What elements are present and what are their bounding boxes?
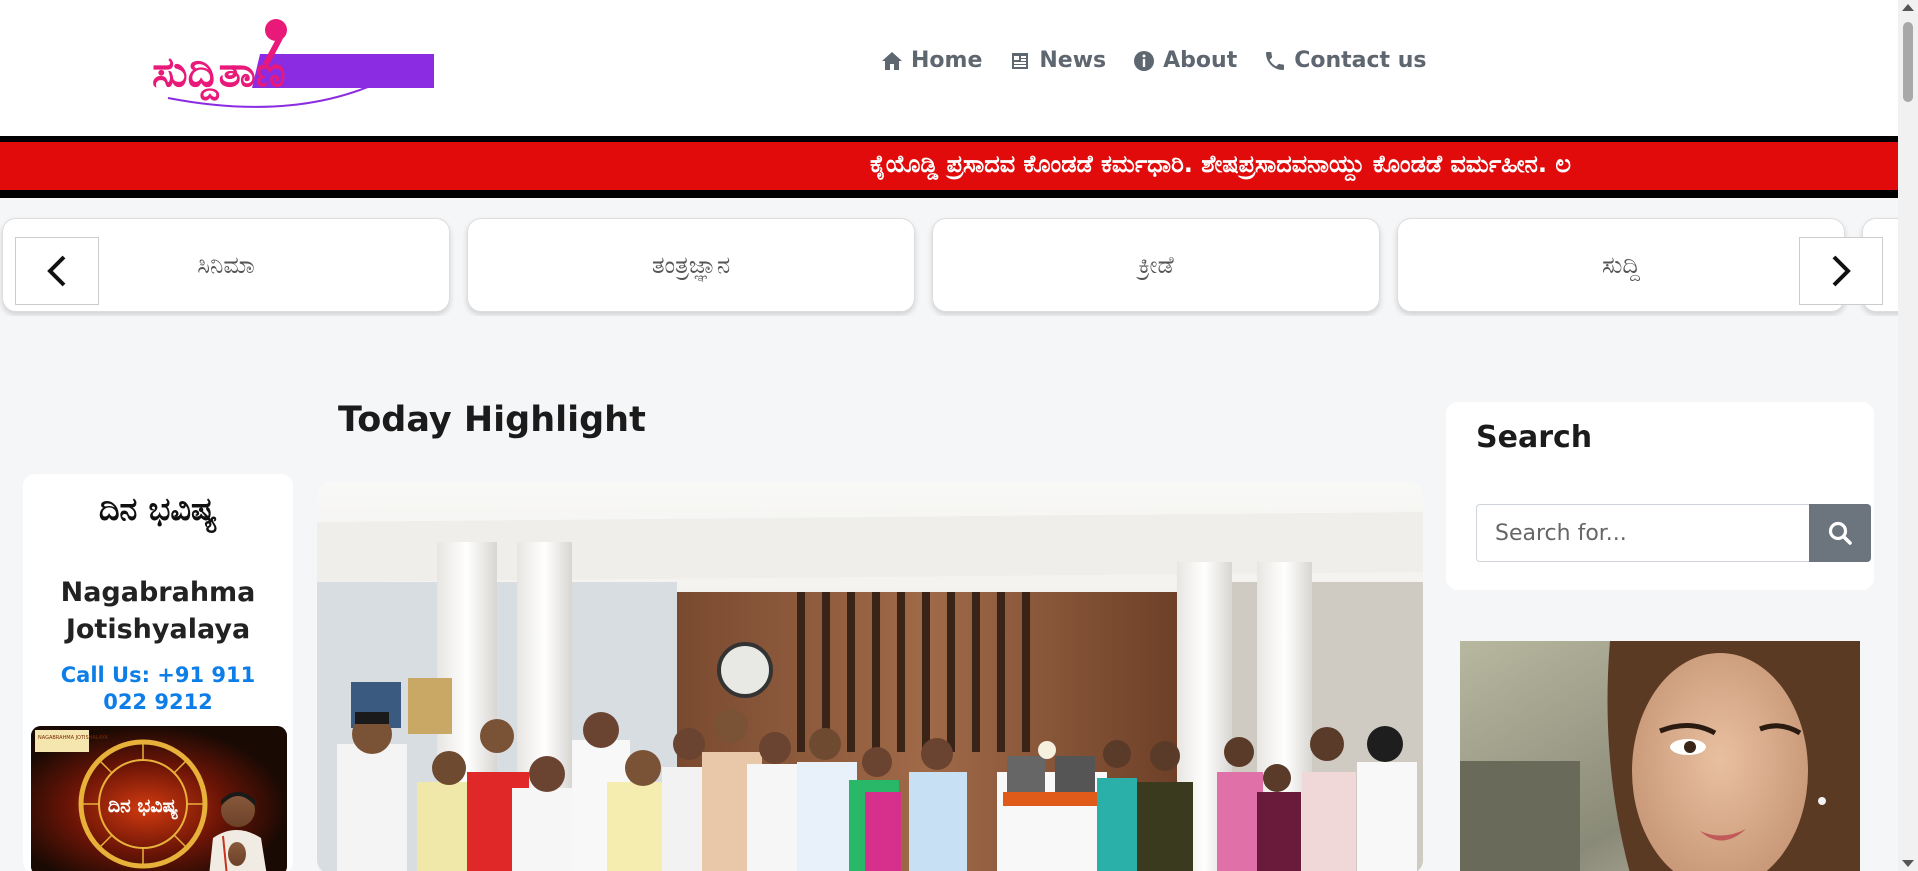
astrologer-name-line1: Nagabrahma: [60, 577, 256, 608]
highlight-image[interactable]: [317, 482, 1423, 871]
ticker-border-bottom: [0, 190, 1898, 198]
scroll-down-arrow-icon[interactable]: [1902, 860, 1914, 867]
newspaper-icon: [1012, 52, 1029, 69]
category-label: ತಂತ್ರಜ್ಞಾನ: [651, 251, 731, 279]
section-title: Today Highlight: [338, 400, 646, 440]
search-title: Search: [1476, 420, 1593, 455]
site-logo[interactable]: ಸುದ್ದಿತಾಣ: [148, 18, 438, 113]
search-input[interactable]: [1476, 504, 1809, 562]
banner-brand: NAGABRAHMA JOTISHALAYA: [38, 735, 108, 741]
astrologer-phone[interactable]: Call Us: +91 911 022 9212: [43, 662, 273, 716]
chevron-left-icon: [47, 255, 66, 287]
scroll-thumb[interactable]: [1903, 22, 1913, 102]
nav-home-label: Home: [911, 48, 983, 73]
banner-title: ದಿನ ಭವಿಷ್ಯ: [108, 795, 178, 821]
search-widget: Search: [1446, 402, 1874, 590]
category-card-technology[interactable]: ತಂತ್ರಜ್ಞಾನ: [467, 218, 915, 312]
phone-icon: [1266, 51, 1285, 70]
page-scrollbar[interactable]: [1898, 0, 1918, 871]
carousel-next-button[interactable]: [1799, 237, 1883, 305]
ticker-text: ಕೈಯೊಡ್ಡಿ ಪ್ರಸಾದವ ಕೊಂಡಡೆ ಕರ್ಮಧಾರಿ. ಶೇಷಪ್ರ…: [870, 150, 1571, 178]
scroll-up-arrow-icon[interactable]: [1902, 4, 1914, 11]
nav-contact[interactable]: Contact us: [1263, 48, 1426, 73]
main-nav: Home News About Contact us: [880, 48, 1426, 73]
category-card-news[interactable]: ಸುದ್ದಿ: [1397, 218, 1845, 312]
info-icon: [1134, 50, 1155, 71]
horoscope-title: ದಿನ ಭವಿಷ್ಯ: [98, 490, 218, 528]
astrologer-name-line2: Jotishyalaya: [65, 614, 251, 645]
astrologer-name: Nagabrahma Jotishyalaya: [23, 574, 293, 648]
news-ticker: ಕೈಯೊಡ್ಡಿ ಪ್ರಸಾದವ ಕೊಂಡಡೆ ಕರ್ಮಧಾರಿ. ಶೇಷಪ್ರ…: [0, 142, 1898, 190]
home-icon: [882, 51, 902, 70]
category-label: ಸಿನಿಮಾ: [197, 251, 255, 279]
category-card-sports[interactable]: ಕ್ರೀಡೆ: [932, 218, 1380, 312]
nav-news-label: News: [1039, 48, 1107, 73]
category-label: ಕ್ರೀಡೆ: [1138, 251, 1174, 279]
horoscope-banner-image[interactable]: NAGABRAHMA JOTISHALAYA ದಿನ ಭವಿಷ್ಯ: [31, 726, 287, 871]
chevron-right-icon: [1832, 255, 1851, 287]
svg-text:ಸುದ್ದಿತಾಣ: ಸುದ್ದಿತಾಣ: [152, 47, 285, 101]
nav-home[interactable]: Home: [880, 48, 982, 73]
nav-contact-label: Contact us: [1294, 48, 1427, 73]
search-button[interactable]: [1809, 504, 1871, 562]
sidebar-ad-image[interactable]: [1460, 641, 1860, 871]
nav-about-label: About: [1163, 48, 1238, 73]
category-carousel: ಸಿನಿಮಾ ತಂತ್ರಜ್ಞಾನ ಕ್ರೀಡೆ ಸುದ್ದಿ: [0, 216, 1898, 316]
horoscope-card: ದಿನ ಭವಿಷ್ಯ Nagabrahma Jotishyalaya Call …: [23, 474, 293, 871]
carousel-prev-button[interactable]: [15, 237, 99, 305]
nav-news[interactable]: News: [1008, 48, 1106, 73]
search-icon: [1828, 521, 1852, 545]
category-label: ಸುದ್ದಿ: [1601, 251, 1641, 279]
nav-about[interactable]: About: [1132, 48, 1237, 73]
site-header: ಸುದ್ದಿತಾಣ Home News About Contact us: [0, 0, 1898, 136]
